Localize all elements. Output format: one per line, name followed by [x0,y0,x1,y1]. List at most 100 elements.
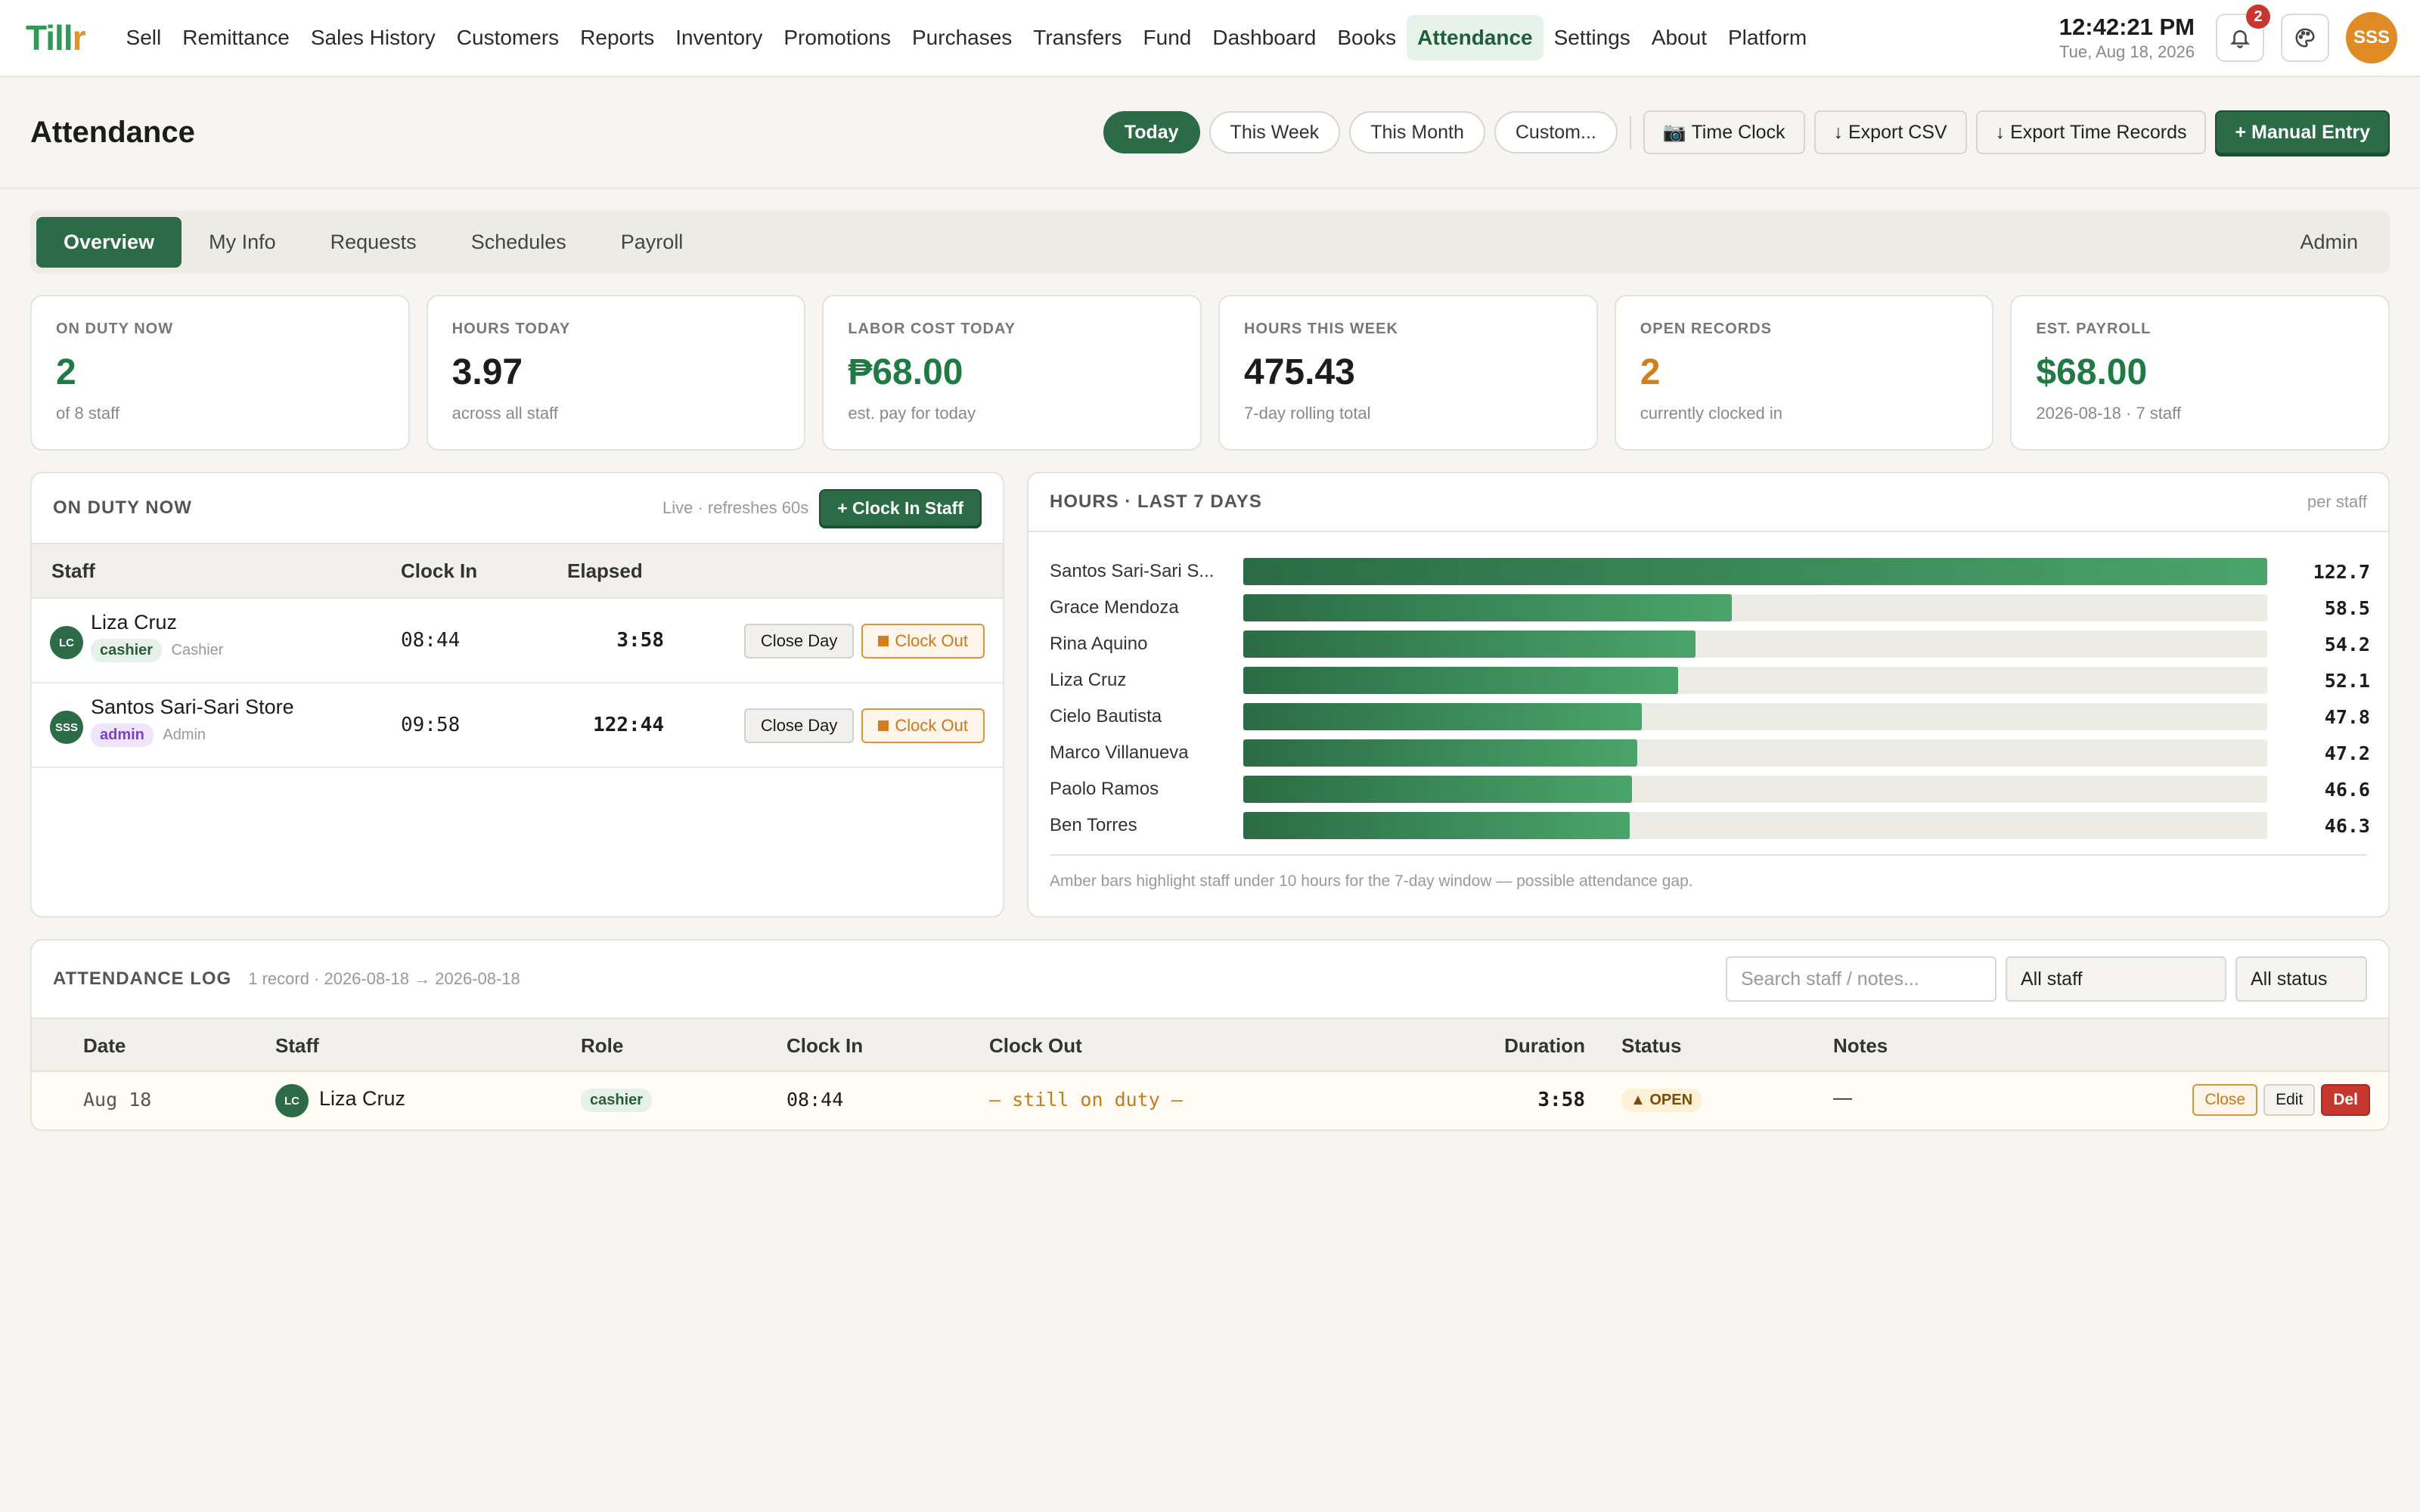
nav-item-books[interactable]: Books [1326,15,1407,60]
close-day-button[interactable]: Close Day [743,624,855,658]
nav-item-transfers[interactable]: Transfers [1022,15,1132,60]
nav-item-sales-history[interactable]: Sales History [300,15,446,60]
range-today-button[interactable]: Today [1103,111,1200,153]
stat-label: HOURS TODAY [451,321,571,337]
nav-item-fund[interactable]: Fund [1133,15,1202,60]
nav-item-settings[interactable]: Settings [1544,15,1641,60]
tab-payroll[interactable]: Payroll [594,217,711,268]
manual-entry-button[interactable]: + Manual Entry [2215,110,2390,154]
tab-schedules[interactable]: Schedules [444,217,594,268]
bar-track [1243,558,2267,585]
avatar: LC [275,1084,309,1117]
staff-cell: Liza Cruz cashier Cashier [91,611,223,662]
delete-record-button[interactable]: Del [2321,1084,2370,1116]
user-avatar[interactable]: SSS [2346,12,2397,64]
stat-label: HOURS THIS WEEK [1244,321,1398,337]
nav-item-remittance[interactable]: Remittance [172,15,300,60]
staff-filter-select[interactable]: All staff [2006,956,2226,1002]
range-custom-button[interactable]: Custom... [1494,111,1618,153]
hours-per-label: per staff [2307,492,2367,511]
tab-overview[interactable]: Overview [36,216,182,268]
stat-value: ₱68.00 [848,352,963,392]
bar-track [1243,776,2267,803]
export-time-records-button[interactable]: ↓ Export Time Records [1975,110,2207,154]
nav-item-sell[interactable]: Sell [116,15,172,60]
column-header-clock-in: Clock In [786,1034,864,1057]
nav-item-inventory[interactable]: Inventory [665,15,773,60]
nav-item-platform[interactable]: Platform [1717,15,1817,60]
status-filter-select[interactable]: All status [2235,956,2367,1002]
top-navigation-bar: Till r Sell Remittance Sales History Cust… [0,0,2420,77]
hours-title: HOURS · LAST 7 DAYS [1050,491,1262,512]
bar-row: Ben Torres 46.3 [1050,810,2370,841]
clock-out-button[interactable]: Clock Out [861,708,985,743]
row-actions: Close Day Clock Out [743,624,985,658]
bar-value-label: 46.6 [2324,778,2370,801]
close-record-button[interactable]: Close [2192,1084,2258,1116]
stat-value: 2 [1640,352,1661,392]
column-header-date: Date [83,1034,126,1057]
app-logo[interactable]: Till r [26,17,86,58]
bar-row: Grace Mendoza 58.5 [1050,593,2370,623]
notifications-button[interactable]: 2 [2216,5,2270,62]
bell-icon [2229,30,2251,48]
stat-sub: currently clocked in [1640,404,1782,423]
column-header-elapsed: Elapsed [567,559,643,582]
nav-item-attendance[interactable]: Attendance [1407,15,1544,60]
attendance-log-title: ATTENDANCE LOG [53,968,232,989]
elapsed-time: 122:44 [593,714,664,736]
bar-value-label: 54.2 [2324,633,2370,655]
top-right-area: 12:42:21 PM Tue, Aug 18, 2026 2 SSS [2059,0,2397,76]
bar-label: Ben Torres [1050,815,1137,835]
nav-item-promotions[interactable]: Promotions [773,15,901,60]
range-this-week-button[interactable]: This Week [1208,111,1341,153]
stat-card-on-duty: ON DUTY NOW 2 of 8 staff [30,295,410,451]
bar-label: Rina Aquino [1050,634,1148,654]
attendance-log-meta: 1 record · 2026-08-18 → 2026-08-18 [248,969,520,988]
stat-sub: 7-day rolling total [1244,404,1371,423]
row-actions: Close Day Clock Out [743,708,985,743]
bar [1243,739,1637,767]
header-divider [1629,116,1631,149]
bar-value-label: 46.3 [2324,814,2370,837]
clock-in-staff-button[interactable]: + Clock In Staff [819,489,982,527]
nav-item-dashboard[interactable]: Dashboard [1202,15,1326,60]
clock-in-time: 08:44 [401,629,461,652]
bar-value-label: 52.1 [2324,669,2370,692]
logo-main-text: Till [26,18,73,57]
search-staff-input[interactable]: Search staff / notes... [1726,956,1996,1002]
time-clock-button[interactable]: 📷 Time Clock [1643,110,1805,154]
nav-item-purchases[interactable]: Purchases [901,15,1022,60]
role-badge: cashier [581,1089,653,1112]
export-csv-button[interactable]: ↓ Export CSV [1813,110,1967,154]
clock-out-button[interactable]: Clock Out [861,624,985,658]
main-nav: Sell Remittance Sales History Customers … [116,15,1818,60]
column-header-clock-in: Clock In [401,559,478,582]
tab-requests[interactable]: Requests [303,217,444,268]
column-header-duration: Duration [1504,1034,1585,1057]
attendance-log-header: ATTENDANCE LOG 1 record · 2026-08-18 → 2… [32,940,2388,1018]
log-staff-name: Liza Cruz [319,1087,406,1110]
clock-out-label: Clock Out [895,631,968,650]
clock-out-label: Clock Out [895,716,968,735]
bar-value-label: 47.8 [2324,705,2370,728]
bar-row: Santos Sari-Sari S... 122.7 [1050,556,2370,587]
nav-item-about[interactable]: About [1641,15,1717,60]
nav-item-reports[interactable]: Reports [569,15,665,60]
stat-value: $68.00 [2036,352,2148,392]
log-clock-in: 08:44 [786,1089,844,1111]
nav-item-customers[interactable]: Customers [446,15,569,60]
bar-track [1243,739,2267,767]
stat-card-est-payroll: EST. PAYROLL $68.00 2026-08-18 · 7 staff [2010,295,2391,451]
stat-card-labor-cost: LABOR COST TODAY ₱68.00 est. pay for tod… [822,295,1202,451]
tab-my-info[interactable]: My Info [182,217,303,268]
close-day-button[interactable]: Close Day [743,708,855,743]
stats-row: ON DUTY NOW 2 of 8 staff HOURS TODAY 3.9… [30,295,2391,451]
theme-button[interactable] [2281,14,2329,62]
edit-record-button[interactable]: Edit [2263,1084,2316,1116]
stat-value: 475.43 [1244,352,1355,392]
range-this-month-button[interactable]: This Month [1349,111,1485,153]
bar [1243,631,1696,658]
live-refresh-label: Live · refreshes 60s [662,498,809,517]
stat-label: LABOR COST TODAY [848,321,1016,337]
